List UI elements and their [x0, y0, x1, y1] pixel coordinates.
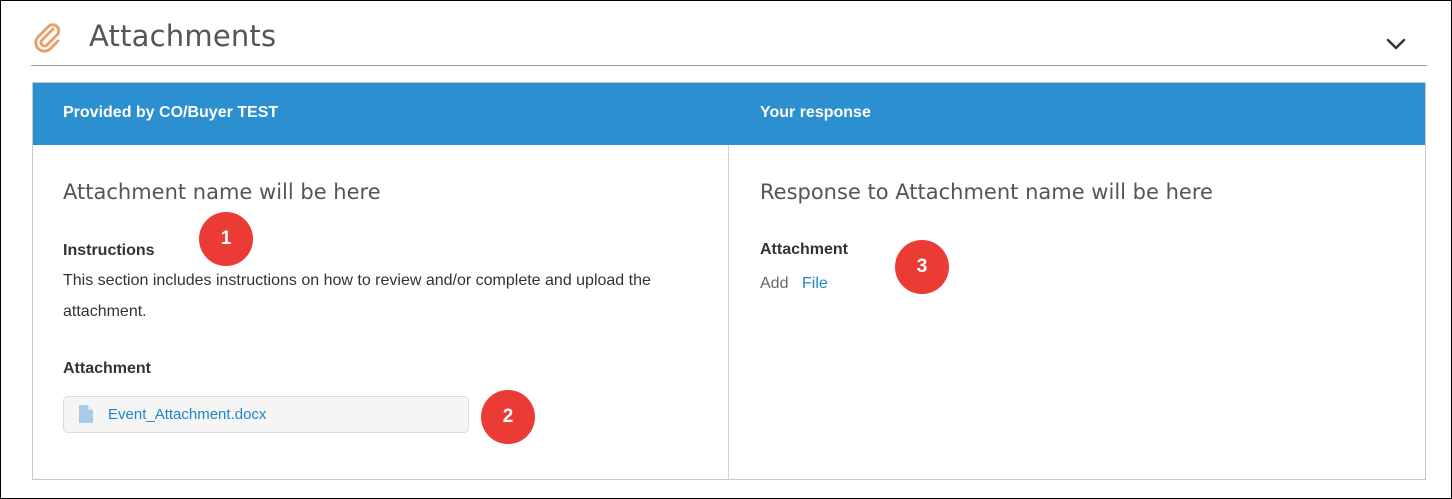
- left-column-header: Provided by CO/Buyer TEST: [63, 104, 279, 121]
- add-text: Add: [760, 275, 789, 292]
- chevron-down-icon[interactable]: [1385, 37, 1407, 51]
- section-title: Attachments: [89, 19, 277, 53]
- screenshot-frame: Attachments Provided by CO/Buyer TEST Yo…: [0, 0, 1452, 499]
- attachment-panel: Provided by CO/Buyer TEST Your response …: [32, 82, 1426, 480]
- response-attachment-label: Attachment: [760, 241, 849, 258]
- callout-badge-2: 2: [481, 390, 535, 444]
- callout-badge-1: 1: [199, 212, 253, 266]
- section-header: Attachments: [31, 15, 1427, 66]
- attachment-label: Attachment: [63, 360, 152, 377]
- attachment-file-button[interactable]: Event_Attachment.docx: [63, 396, 469, 433]
- attachment-title: Attachment name will be here: [63, 180, 381, 204]
- instructions-label: Instructions: [63, 242, 155, 259]
- paperclip-icon: [34, 23, 61, 53]
- right-column-header: Your response: [760, 104, 871, 121]
- add-file-link[interactable]: File: [802, 275, 828, 293]
- document-icon: [79, 405, 93, 423]
- response-title: Response to Attachment name will be here: [760, 180, 1213, 204]
- instructions-text: This section includes instructions on ho…: [63, 272, 651, 320]
- callout-badge-3: 3: [895, 240, 949, 294]
- column-divider: [728, 145, 729, 479]
- panel-header: Provided by CO/Buyer TEST Your response: [33, 83, 1425, 145]
- attachment-file-link[interactable]: Event_Attachment.docx: [108, 406, 266, 423]
